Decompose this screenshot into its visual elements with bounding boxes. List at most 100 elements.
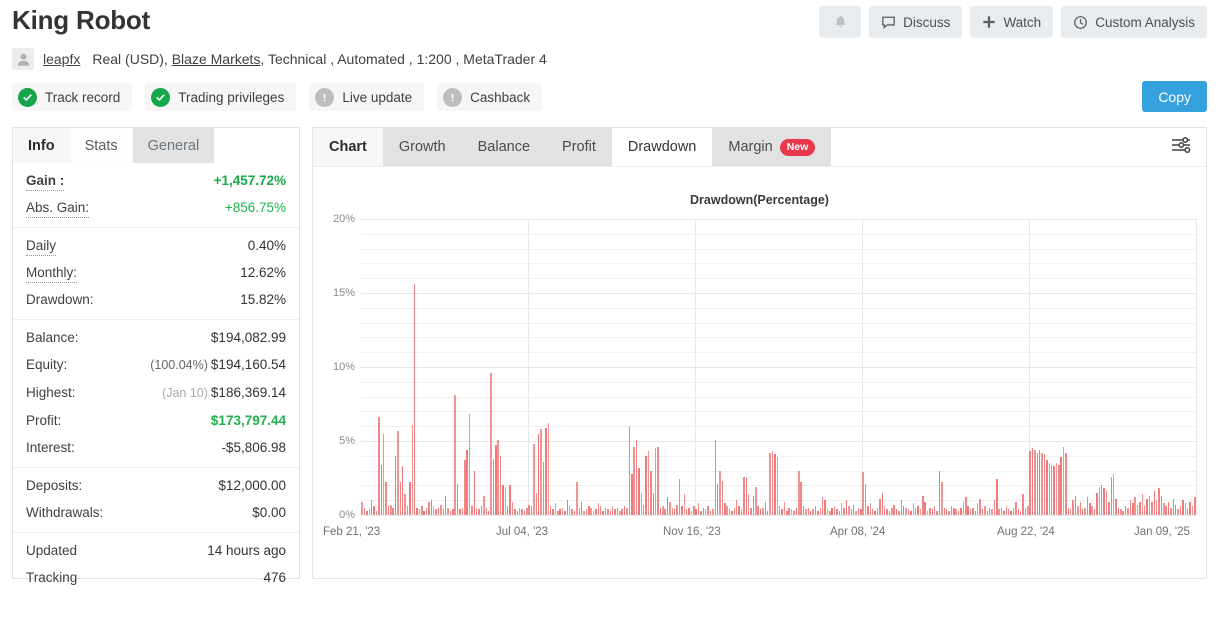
bar[interactable]: [657, 446, 659, 515]
bar[interactable]: [714, 439, 716, 515]
bar[interactable]: [428, 501, 430, 515]
bar[interactable]: [838, 510, 841, 515]
bar[interactable]: [891, 507, 893, 515]
bar[interactable]: [926, 510, 929, 515]
bar[interactable]: [547, 423, 549, 515]
bar[interactable]: [886, 509, 888, 515]
bar[interactable]: [752, 495, 755, 515]
status-badge-trading-privileges[interactable]: Trading privileges: [145, 83, 297, 111]
bar[interactable]: [604, 507, 607, 515]
bar[interactable]: [719, 470, 721, 515]
bar[interactable]: [962, 501, 965, 515]
bar[interactable]: [917, 506, 919, 515]
bar[interactable]: [819, 507, 821, 515]
bar[interactable]: [571, 509, 573, 515]
bar[interactable]: [366, 510, 368, 515]
bar[interactable]: [817, 510, 819, 515]
bar[interactable]: [922, 495, 924, 515]
bar[interactable]: [576, 482, 578, 515]
bar[interactable]: [1065, 452, 1067, 515]
bar[interactable]: [1000, 507, 1003, 515]
bar[interactable]: [459, 509, 461, 515]
tab-profit[interactable]: Profit: [546, 128, 612, 166]
bar[interactable]: [588, 506, 590, 515]
bar[interactable]: [549, 506, 552, 515]
bar[interactable]: [456, 483, 459, 515]
bar[interactable]: [473, 470, 476, 515]
bar[interactable]: [616, 507, 619, 515]
bar[interactable]: [900, 500, 903, 515]
bar[interactable]: [805, 509, 807, 515]
bar[interactable]: [1027, 506, 1029, 515]
bar[interactable]: [402, 466, 404, 515]
tab-growth[interactable]: Growth: [382, 128, 462, 166]
bar[interactable]: [721, 480, 724, 515]
bar[interactable]: [1070, 509, 1072, 515]
bar[interactable]: [523, 510, 526, 515]
bar[interactable]: [1086, 497, 1089, 515]
bar[interactable]: [728, 509, 731, 515]
bar[interactable]: [874, 510, 876, 515]
bar[interactable]: [1170, 507, 1172, 515]
bar[interactable]: [702, 507, 705, 515]
bar[interactable]: [1091, 506, 1093, 515]
bar[interactable]: [409, 482, 411, 515]
bar[interactable]: [1096, 492, 1098, 515]
bar[interactable]: [814, 506, 817, 515]
bar[interactable]: [934, 506, 936, 515]
bar[interactable]: [619, 510, 621, 515]
bar[interactable]: [693, 506, 695, 515]
bar[interactable]: [631, 473, 633, 515]
bar[interactable]: [769, 452, 771, 515]
bar[interactable]: [533, 443, 535, 515]
bar[interactable]: [1007, 509, 1010, 515]
bar[interactable]: [497, 439, 499, 515]
bar[interactable]: [1031, 448, 1034, 515]
bar[interactable]: [1034, 449, 1036, 515]
bar[interactable]: [965, 497, 967, 515]
copy-button[interactable]: Copy: [1142, 81, 1207, 112]
bar[interactable]: [378, 417, 380, 515]
bar[interactable]: [678, 479, 681, 515]
bar[interactable]: [738, 506, 740, 515]
bar[interactable]: [845, 500, 848, 515]
bar[interactable]: [988, 507, 991, 515]
bar[interactable]: [700, 510, 702, 515]
bar[interactable]: [1189, 501, 1191, 515]
bar[interactable]: [1141, 494, 1144, 515]
bar[interactable]: [537, 433, 540, 515]
bar[interactable]: [836, 509, 838, 515]
bar[interactable]: [1134, 497, 1136, 515]
bar[interactable]: [597, 503, 600, 515]
bar[interactable]: [688, 507, 690, 515]
bar[interactable]: [986, 510, 988, 515]
bar[interactable]: [1179, 506, 1182, 515]
custom-analysis-button[interactable]: Custom Analysis: [1061, 6, 1207, 38]
bar[interactable]: [421, 506, 423, 515]
bar[interactable]: [1177, 509, 1179, 515]
bar[interactable]: [607, 509, 609, 515]
bar[interactable]: [798, 470, 800, 515]
bar[interactable]: [561, 507, 564, 515]
bar[interactable]: [764, 501, 767, 515]
bar[interactable]: [1103, 488, 1105, 515]
bar[interactable]: [1005, 506, 1008, 515]
bar[interactable]: [976, 503, 979, 515]
stat-label[interactable]: Daily: [26, 237, 57, 256]
bar[interactable]: [1155, 500, 1158, 515]
bar[interactable]: [790, 509, 793, 515]
bar[interactable]: [373, 506, 375, 515]
tab-info[interactable]: Info: [13, 128, 70, 163]
bar[interactable]: [707, 506, 709, 515]
bar[interactable]: [440, 504, 442, 515]
bar[interactable]: [485, 507, 487, 515]
bar[interactable]: [1046, 460, 1048, 515]
bar[interactable]: [848, 506, 850, 515]
bar[interactable]: [659, 507, 662, 515]
bar[interactable]: [1079, 501, 1082, 515]
bar[interactable]: [747, 494, 750, 515]
bar[interactable]: [1112, 473, 1115, 515]
bar[interactable]: [635, 439, 638, 515]
bar[interactable]: [745, 478, 748, 515]
bar[interactable]: [435, 509, 437, 515]
